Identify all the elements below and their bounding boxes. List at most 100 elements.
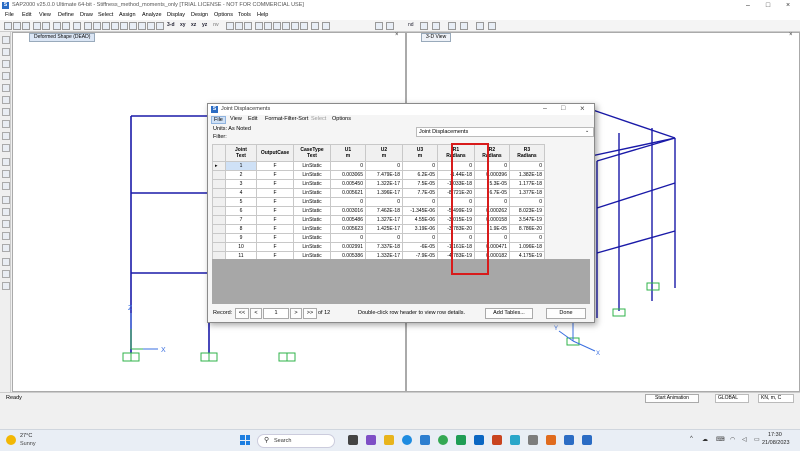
- dialog-close-button[interactable]: ×: [580, 104, 585, 113]
- matlab-icon[interactable]: [546, 435, 556, 445]
- table-cell[interactable]: 1.377E-18: [509, 188, 545, 198]
- table-cell[interactable]: 0: [365, 233, 403, 243]
- table-cell[interactable]: 3.547E-19: [509, 215, 545, 225]
- table-cell[interactable]: F: [256, 179, 294, 189]
- table-cell[interactable]: 0: [365, 161, 403, 171]
- table-cell[interactable]: 8: [225, 224, 257, 234]
- table-cell[interactable]: LinStatic: [293, 170, 331, 180]
- file-explorer-icon[interactable]: [384, 435, 394, 445]
- table-cell[interactable]: 4: [225, 188, 257, 198]
- dialog-menu-format-filter-sort[interactable]: Format-Filter-Sort: [263, 116, 310, 122]
- table-cell[interactable]: F: [256, 233, 294, 243]
- dialog-minimize-button[interactable]: –: [543, 105, 547, 112]
- wifi-icon[interactable]: ◠: [730, 436, 735, 443]
- table-cell[interactable]: 7.7E-05: [402, 188, 438, 198]
- row-header[interactable]: [212, 179, 226, 189]
- units-dropdown-status[interactable]: KN, m, C: [758, 394, 794, 403]
- table-cell[interactable]: F: [256, 224, 294, 234]
- table-cell[interactable]: LinStatic: [293, 161, 331, 171]
- row-header[interactable]: [212, 224, 226, 234]
- table-cell[interactable]: 1.425E-17: [365, 224, 403, 234]
- frame-draw-icon[interactable]: [375, 22, 383, 30]
- table-row[interactable]: 8 F LinStatic 0.005623 1.425E-17 3.19E-06 -3.7…: [212, 224, 545, 234]
- menu-select[interactable]: Select: [98, 12, 113, 18]
- table-cell[interactable]: F: [256, 170, 294, 180]
- battery-icon[interactable]: ▭: [754, 436, 760, 443]
- set-display-icon[interactable]: [264, 22, 272, 30]
- draw-joint-icon[interactable]: [2, 60, 10, 68]
- quick-draw-area-icon[interactable]: [2, 144, 10, 152]
- table-cell[interactable]: F: [256, 161, 294, 171]
- copy-icon[interactable]: [300, 22, 308, 30]
- table-cell[interactable]: 0: [509, 233, 545, 243]
- sap2000-icon-2[interactable]: [582, 435, 592, 445]
- table-row[interactable]: 2 F LinStatic 0.003065 7.479E-18 6.2E-05 -1.44…: [212, 170, 545, 180]
- table-row[interactable]: 5 F LinStatic 0 0 0 0 0 0: [212, 197, 545, 207]
- search-icon[interactable]: [147, 22, 155, 30]
- menu-display[interactable]: Display: [167, 12, 185, 18]
- menu-options[interactable]: Options: [214, 12, 233, 18]
- zoom-previous-icon[interactable]: [111, 22, 119, 30]
- zoom-window-icon[interactable]: [102, 22, 110, 30]
- row-header[interactable]: [212, 188, 226, 198]
- table-cell[interactable]: F: [256, 242, 294, 252]
- start-windows-icon[interactable]: [240, 435, 250, 445]
- snap-perpendicular-icon[interactable]: [2, 232, 10, 240]
- object-shrink-icon[interactable]: [255, 22, 263, 30]
- refresh-icon[interactable]: [273, 22, 281, 30]
- select-all-icon[interactable]: [2, 158, 10, 166]
- row-header[interactable]: [212, 215, 226, 225]
- maximize-button[interactable]: □: [758, 0, 778, 11]
- taskbar-search-box[interactable]: ⚲ Search: [257, 434, 335, 448]
- edge-icon[interactable]: [402, 435, 412, 445]
- assign-joint-restraint-icon[interactable]: [2, 258, 10, 266]
- table-cell[interactable]: 6: [225, 206, 257, 216]
- table-cell[interactable]: 0: [402, 233, 438, 243]
- snap-joints-icon[interactable]: [2, 196, 10, 204]
- table-cell[interactable]: F: [256, 215, 294, 225]
- column-header-outputcase[interactable]: OutputCase: [256, 144, 294, 162]
- dialog-maximize-button[interactable]: □: [561, 105, 565, 112]
- draw-frame-icon[interactable]: [2, 72, 10, 80]
- table-cell[interactable]: 0: [402, 161, 438, 171]
- teams-icon[interactable]: [366, 435, 376, 445]
- table-cell[interactable]: 3.19E-06: [402, 224, 438, 234]
- app-icon-1[interactable]: [510, 435, 520, 445]
- weather-text[interactable]: Sunny: [20, 441, 36, 447]
- clock-date[interactable]: 21/08/2023: [762, 440, 790, 446]
- table-cell[interactable]: 0.005450: [330, 179, 366, 189]
- row-header[interactable]: [212, 242, 226, 252]
- table-cell[interactable]: LinStatic: [293, 233, 331, 243]
- save-icon[interactable]: [22, 22, 30, 30]
- record-first-button[interactable]: <<: [235, 308, 249, 319]
- minimize-button[interactable]: –: [738, 0, 758, 11]
- table-cell[interactable]: 0.005486: [330, 215, 366, 225]
- pointer-icon[interactable]: [2, 36, 10, 44]
- word-icon[interactable]: [420, 435, 430, 445]
- table-cell[interactable]: 5: [225, 197, 257, 207]
- show-deformed-icon[interactable]: [311, 22, 319, 30]
- get-previous-selection-icon[interactable]: [2, 170, 10, 178]
- table-cell[interactable]: 0: [330, 161, 366, 171]
- snap-midpoint-icon[interactable]: [2, 208, 10, 216]
- zoom-out-icon[interactable]: [93, 22, 101, 30]
- table-cell[interactable]: LinStatic: [293, 206, 331, 216]
- table-cell[interactable]: 0.002991: [330, 242, 366, 252]
- menu-draw[interactable]: Draw: [80, 12, 93, 18]
- table-cell[interactable]: 0.005623: [330, 224, 366, 234]
- window-icon[interactable]: [488, 22, 496, 30]
- table-cell[interactable]: F: [256, 197, 294, 207]
- new-model-icon[interactable]: [4, 22, 12, 30]
- table-cell[interactable]: -6E-05: [402, 242, 438, 252]
- table-cell[interactable]: LinStatic: [293, 179, 331, 189]
- table-cell[interactable]: 2: [225, 170, 257, 180]
- done-button[interactable]: Done: [546, 308, 586, 319]
- table-cell[interactable]: 1: [225, 161, 257, 171]
- column-header-u2[interactable]: U2 m: [365, 144, 403, 162]
- close-button[interactable]: ×: [778, 0, 798, 11]
- display-options-icon[interactable]: [420, 22, 428, 30]
- table-select-dropdown[interactable]: Joint Displacements ⌄: [416, 127, 594, 137]
- snap-lines-icon[interactable]: [2, 244, 10, 252]
- view-nv-button[interactable]: nv: [213, 22, 219, 28]
- clock-time[interactable]: 17:30: [768, 432, 782, 438]
